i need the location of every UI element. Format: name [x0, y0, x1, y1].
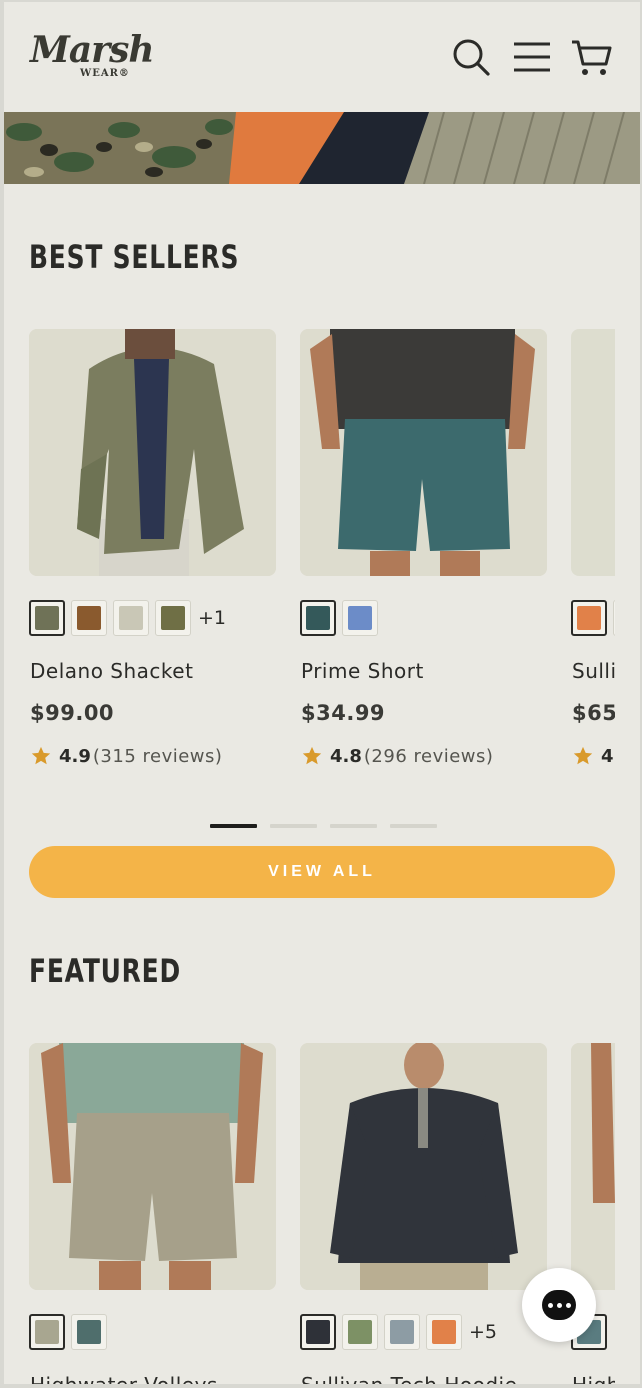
color-swatch[interactable] [300, 1314, 336, 1350]
product-image[interactable] [29, 1043, 276, 1290]
product-image[interactable] [29, 329, 276, 576]
color-swatch[interactable] [342, 1314, 378, 1350]
color-swatch[interactable] [426, 1314, 462, 1350]
carousel-dot[interactable] [330, 824, 377, 828]
product-card-highwater-volleys[interactable]: Highwater Volleys [29, 1043, 276, 1384]
star-icon [302, 746, 322, 765]
swatch-chip [35, 1320, 59, 1344]
color-swatch[interactable] [29, 600, 65, 636]
best-sellers-carousel[interactable]: +1 Delano Shacket $99.00 4.9 (315 review… [29, 329, 615, 779]
product-name[interactable]: Sullivan Tech Hoodie [301, 1373, 517, 1384]
product-image[interactable] [300, 1043, 547, 1290]
product-price: $65 [572, 701, 615, 725]
product-name[interactable]: Delano Shacket [30, 659, 193, 683]
color-swatch[interactable] [71, 1314, 107, 1350]
star-icon [31, 746, 51, 765]
view-all-button[interactable]: VIEW ALL [29, 846, 615, 898]
product-rating: 4.8 (296 reviews) [301, 745, 493, 767]
product-name[interactable]: Highwater Volleys [30, 1373, 218, 1384]
product-name[interactable]: High [572, 1373, 615, 1384]
product-card-prime-short[interactable]: Prime Short $34.99 4.8 (296 reviews) [300, 329, 547, 767]
carousel-dot[interactable] [270, 824, 317, 828]
best-sellers-heading: BEST SELLERS [29, 238, 240, 276]
swatch-chip [77, 1320, 101, 1344]
color-swatches [300, 600, 384, 636]
color-swatch[interactable] [342, 600, 378, 636]
swatch-chip [577, 606, 601, 630]
color-swatch[interactable] [384, 1314, 420, 1350]
review-count[interactable]: (296 reviews) [364, 746, 494, 767]
featured-heading: FEATURED [29, 952, 182, 990]
color-swatches: +1 [29, 600, 226, 636]
chat-button[interactable] [522, 1268, 596, 1342]
review-count[interactable]: (315 reviews) [93, 746, 223, 767]
carousel-dot[interactable] [210, 824, 257, 828]
product-card-sullivan-tech-hoodie[interactable]: +5 Sullivan Tech Hoodie [300, 1043, 547, 1384]
product-rating: 4.9 (315 reviews) [30, 745, 222, 767]
color-swatch[interactable] [29, 1314, 65, 1350]
product-name[interactable]: Prime Short [301, 659, 424, 683]
product-image[interactable] [571, 329, 615, 576]
page: Marsh WEAR® BEST SELLERS +1 Delano Shack… [4, 2, 640, 1384]
logo-subtext: WEAR® [80, 68, 130, 79]
more-colors-count[interactable]: +5 [469, 1321, 497, 1343]
cart-icon[interactable] [570, 36, 612, 78]
hero-banner-image [4, 112, 640, 184]
swatch-chip [77, 606, 101, 630]
color-swatches [29, 1314, 113, 1350]
product-card-sullivan[interactable]: Sulli $65 4. [571, 329, 615, 767]
color-swatches [571, 600, 615, 636]
site-header: Marsh WEAR® [4, 2, 640, 112]
swatch-chip [35, 606, 59, 630]
swatch-chip [306, 1320, 330, 1344]
logo-script: Marsh [30, 29, 155, 71]
rating-score: 4. [601, 745, 615, 767]
swatch-chip [348, 606, 372, 630]
chat-bubble-icon [542, 1290, 576, 1320]
rating-score: 4.8 [330, 745, 362, 767]
swatch-chip [119, 606, 143, 630]
product-image[interactable] [300, 329, 547, 576]
search-icon[interactable] [450, 36, 492, 78]
menu-icon[interactable] [510, 36, 552, 78]
star-icon [573, 746, 593, 765]
color-swatch[interactable] [71, 600, 107, 636]
product-price: $99.00 [30, 701, 115, 725]
color-swatch[interactable] [113, 600, 149, 636]
carousel-dot[interactable] [390, 824, 437, 828]
product-name[interactable]: Sulli [572, 659, 615, 683]
color-swatch[interactable] [155, 600, 191, 636]
product-rating: 4. [572, 745, 615, 767]
swatch-chip [161, 606, 185, 630]
color-swatch[interactable] [300, 600, 336, 636]
swatch-chip [390, 1320, 414, 1344]
marsh-wear-logo[interactable]: Marsh WEAR® [28, 29, 155, 86]
color-swatch[interactable] [613, 600, 615, 636]
rating-score: 4.9 [59, 745, 91, 767]
product-card-delano-shacket[interactable]: +1 Delano Shacket $99.00 4.9 (315 review… [29, 329, 276, 767]
featured-carousel[interactable]: Highwater Volleys +5 [29, 1043, 615, 1384]
more-colors-count[interactable]: +1 [198, 607, 226, 629]
swatch-chip [432, 1320, 456, 1344]
color-swatches: +5 [300, 1314, 497, 1350]
product-card-high[interactable]: High [571, 1043, 615, 1384]
swatch-chip [348, 1320, 372, 1344]
swatch-chip [306, 606, 330, 630]
color-swatch[interactable] [571, 600, 607, 636]
carousel-pagination [210, 824, 450, 828]
product-price: $34.99 [301, 701, 386, 725]
product-image[interactable] [571, 1043, 615, 1290]
